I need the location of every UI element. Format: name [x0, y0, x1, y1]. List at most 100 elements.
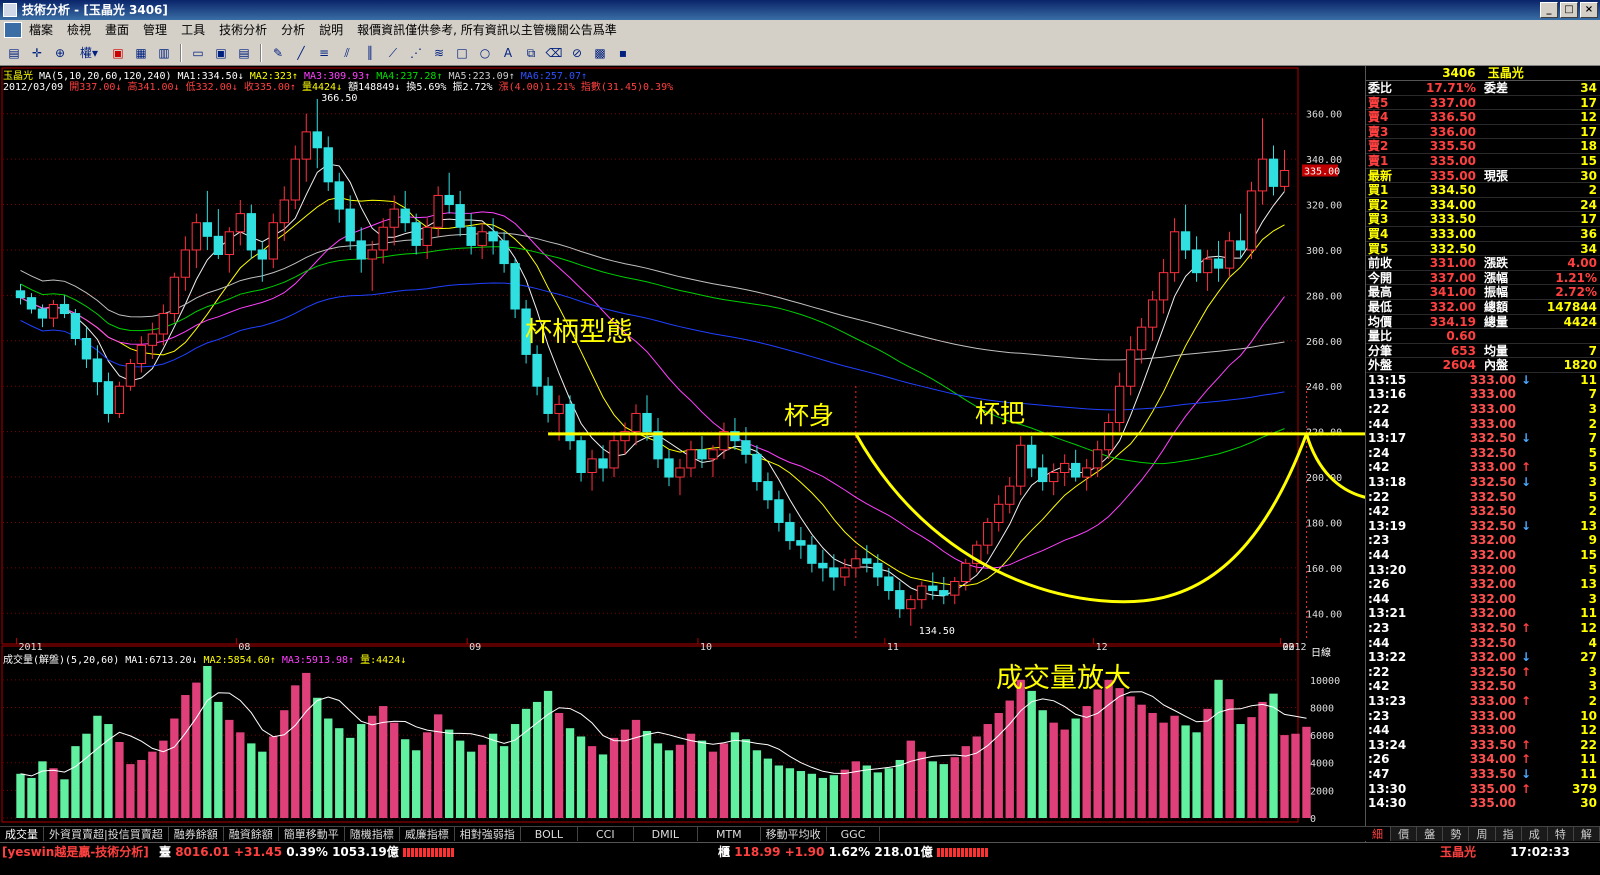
quote-value: 17.71% — [1426, 81, 1476, 95]
tab-williams[interactable]: 威廉指標 — [400, 827, 455, 841]
tick-list[interactable]: 13:15 333.00 ↓ 11 13:16 333.00 7:22 333.00 3:44 3… — [1366, 373, 1600, 811]
tab-cci[interactable]: CCI — [578, 827, 634, 841]
tick-qty: 11 — [1580, 372, 1597, 387]
quote-value-2 — [1540, 329, 1600, 343]
quote-tab[interactable]: 價 — [1391, 827, 1418, 841]
candle-body — [1246, 190, 1257, 251]
menu-manage[interactable]: 管理 — [136, 20, 174, 40]
fib-icon[interactable]: ⋰ — [406, 43, 426, 62]
tab-sma[interactable]: 簡單移動平 — [279, 827, 345, 841]
volume-bar — [1236, 724, 1245, 818]
document-icon[interactable] — [4, 22, 22, 38]
tab-boll[interactable]: BOLL — [521, 827, 578, 841]
crosshair-icon[interactable]: ✛ — [27, 43, 47, 62]
chart-icon[interactable]: ▤ — [4, 43, 24, 62]
quote-tab[interactable]: 特 — [1548, 827, 1574, 841]
parallel-icon[interactable]: ≋ — [429, 43, 449, 62]
quote-value: 336.00 — [1429, 124, 1476, 139]
draw-icon[interactable]: ✎ — [268, 43, 288, 62]
menu-technical[interactable]: 技術分析 — [212, 20, 274, 40]
time-tick-label: 03 — [1283, 642, 1295, 653]
minimize-button[interactable]: _ — [1540, 2, 1558, 18]
line-icon[interactable]: ╱ — [291, 43, 311, 62]
volume-bar — [708, 751, 718, 818]
text-icon[interactable]: A — [498, 43, 518, 62]
zoom-icon[interactable]: ⊕ — [50, 43, 70, 62]
palette-icon[interactable]: ▩ — [590, 43, 610, 62]
tile-icon[interactable]: ▣ — [211, 43, 231, 62]
grid-icon[interactable]: ▦ — [131, 43, 151, 62]
bars-icon[interactable]: ║ — [360, 43, 380, 62]
quote-tab[interactable]: 細 — [1365, 827, 1392, 841]
quote-label: 最新 — [1368, 168, 1393, 183]
tab-ma-close[interactable]: 移動平均收 — [761, 827, 827, 841]
eraser-icon[interactable]: ⌫ — [544, 43, 564, 62]
tab-short-balance[interactable]: 融券餘額 — [169, 827, 224, 841]
tab-volume[interactable]: 成交量 — [0, 827, 44, 841]
tick-arrow: ↑ — [1520, 664, 1532, 679]
tick-time: 13:16 — [1368, 387, 1407, 402]
quote-value: 0.60 — [1446, 329, 1476, 344]
compare-icon[interactable]: ▥ — [154, 43, 174, 62]
quote-label-2 — [1480, 139, 1540, 153]
menu-tools[interactable]: 工具 — [174, 20, 212, 40]
quote-value: 334.19 — [1429, 314, 1476, 329]
volume-bar — [214, 701, 223, 818]
hline-icon[interactable]: ≡ — [314, 43, 334, 62]
menu-help[interactable]: 說明 — [312, 20, 350, 40]
candle-body — [697, 449, 707, 460]
close-button[interactable]: × — [1580, 2, 1598, 18]
high-value: 高341.00↓ — [127, 82, 180, 93]
candle-body — [983, 521, 993, 546]
menu-analysis[interactable]: 分析 — [274, 20, 312, 40]
ellipse-icon[interactable]: ○ — [475, 43, 495, 62]
quote-tab[interactable]: 解 — [1574, 827, 1600, 841]
quote-tab[interactable]: 指 — [1496, 827, 1522, 841]
menu-screen[interactable]: 畫面 — [98, 20, 136, 40]
volume-title: 成交量(解盤)(5,20,60) — [3, 655, 120, 666]
chart-area[interactable]: 360.00 340.00 320.00 300.00 280.00 260.00 240.… — [0, 66, 1365, 842]
quote-tab[interactable]: 周 — [1469, 827, 1496, 841]
tab-margin-balance[interactable]: 融資餘額 — [224, 827, 279, 841]
volume-bar — [895, 759, 904, 818]
fan-icon[interactable]: ⟋ — [383, 43, 403, 62]
tick-time: :26 — [1368, 577, 1390, 592]
candle-body — [1136, 326, 1147, 351]
candle-body — [213, 235, 224, 255]
rights-dropdown[interactable]: 權▾ — [73, 43, 105, 62]
quote-label: 買1 — [1368, 183, 1389, 198]
quote-tab[interactable]: 勢 — [1443, 827, 1470, 841]
window-icon[interactable]: ▭ — [188, 43, 208, 62]
quote-tab[interactable]: 成 — [1522, 827, 1548, 841]
cascade-icon[interactable]: ▤ — [234, 43, 254, 62]
tab-institutional[interactable]: 外資買賣超|投信買賣超 — [44, 827, 169, 841]
time-unit-label[interactable]: 日線 — [1311, 644, 1331, 659]
tab-rsi[interactable]: 相對強弱指 — [455, 827, 521, 841]
tab-dmi[interactable]: DMIL — [634, 827, 698, 841]
save-icon[interactable]: ▪ — [613, 43, 633, 62]
tab-ggc[interactable]: GGC — [827, 827, 881, 841]
quote-tab[interactable]: 盤 — [1417, 827, 1444, 841]
volume-bar — [1280, 735, 1289, 818]
candle-body — [829, 567, 839, 578]
volume-bar — [928, 761, 937, 818]
chart-canvas[interactable]: 360.00 340.00 320.00 300.00 280.00 260.00 240.… — [0, 66, 1365, 826]
menu-view[interactable]: 檢視 — [60, 20, 98, 40]
quote-label-2: 均量 — [1484, 343, 1509, 358]
tab-mtm[interactable]: MTM — [698, 827, 761, 841]
menu-file[interactable]: 檔案 — [22, 20, 60, 40]
rect-icon[interactable]: □ — [452, 43, 472, 62]
volume-bar — [1104, 679, 1113, 818]
candle-body — [323, 147, 333, 183]
maximize-button[interactable]: □ — [1560, 2, 1578, 18]
tab-kd[interactable]: 隨機指標 — [345, 827, 400, 841]
ma20-line — [20, 211, 1285, 569]
delete-icon[interactable]: ⊘ — [567, 43, 587, 62]
quote-label: 今開 — [1368, 270, 1393, 285]
copy-icon[interactable]: ⧉ — [521, 43, 541, 62]
tick-price: 332.00 — [1469, 577, 1516, 592]
candle-body — [1103, 422, 1114, 451]
candle-body — [378, 226, 388, 251]
excel-icon[interactable]: ▣ — [108, 43, 128, 62]
channel-icon[interactable]: ⫽ — [337, 43, 357, 62]
